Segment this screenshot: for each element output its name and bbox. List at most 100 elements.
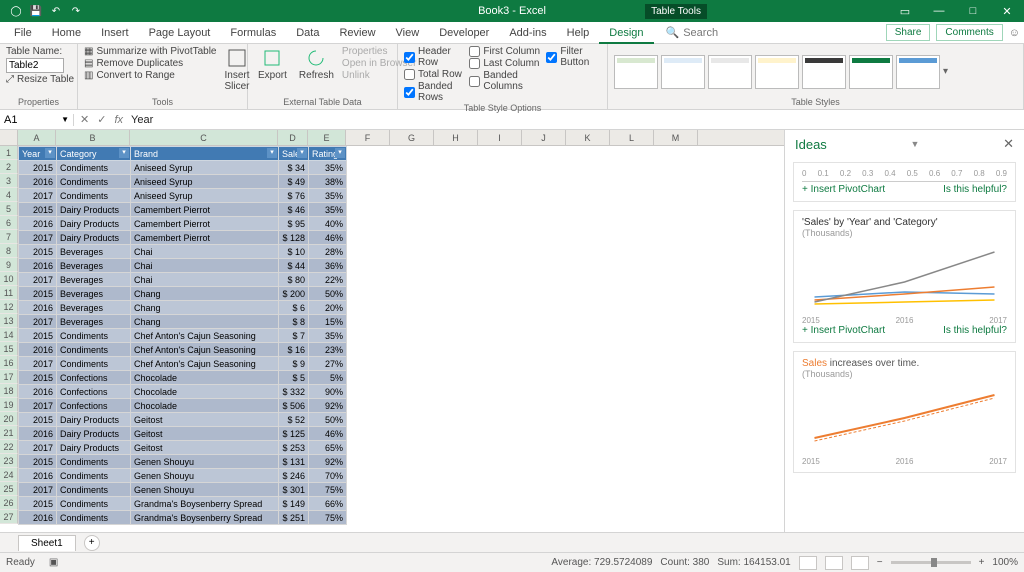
table-row[interactable]: 2016CondimentsAniseed Syrup$ 4938%	[19, 175, 347, 189]
formula-bar[interactable]: Year	[131, 114, 153, 126]
table-row[interactable]: 2017BeveragesChai$ 8022%	[19, 273, 347, 287]
table-style-swatch[interactable]	[802, 55, 846, 89]
table-row[interactable]: 2015Dairy ProductsCamembert Pierrot$ 463…	[19, 203, 347, 217]
row-header[interactable]: 17	[0, 370, 18, 384]
row-header[interactable]: 1	[0, 146, 18, 160]
table-row[interactable]: 2015CondimentsAniseed Syrup$ 3435%	[19, 161, 347, 175]
last-column-checkbox[interactable]: Last Column	[469, 58, 542, 69]
table-row[interactable]: 2015CondimentsChef Anton's Cajun Seasoni…	[19, 329, 347, 343]
row-header[interactable]: 8	[0, 244, 18, 258]
autosave-toggle[interactable]: ◯	[8, 3, 24, 19]
ribbon-options-icon[interactable]: ▭	[888, 0, 922, 22]
column-header[interactable]: M	[654, 130, 698, 145]
column-header[interactable]: L	[610, 130, 654, 145]
table-style-swatch[interactable]	[614, 55, 658, 89]
row-header[interactable]: 18	[0, 384, 18, 398]
column-header[interactable]: F	[346, 130, 390, 145]
row-header[interactable]: 11	[0, 286, 18, 300]
column-header[interactable]: H	[434, 130, 478, 145]
ribbon-tab-insert[interactable]: Insert	[91, 24, 139, 42]
row-header[interactable]: 24	[0, 468, 18, 482]
table-row[interactable]: 2016CondimentsChef Anton's Cajun Seasoni…	[19, 343, 347, 357]
insert-pivotchart-link[interactable]: + Insert PivotChart	[802, 325, 885, 336]
row-header[interactable]: 19	[0, 398, 18, 412]
table-row[interactable]: 2015CondimentsGenen Shouyu$ 13192%	[19, 455, 347, 469]
column-header[interactable]: A	[18, 130, 56, 145]
name-box[interactable]: A1▼	[0, 114, 74, 126]
table-row[interactable]: 2015CondimentsGrandma's Boysenberry Spre…	[19, 497, 347, 511]
row-header[interactable]: 14	[0, 328, 18, 342]
table-row[interactable]: 2017Dairy ProductsGeitost$ 25365%	[19, 441, 347, 455]
table-row[interactable]: 2016BeveragesChang$ 620%	[19, 301, 347, 315]
row-header[interactable]: 5	[0, 202, 18, 216]
share-button[interactable]: Share	[886, 24, 931, 41]
sheet-tab[interactable]: Sheet1	[18, 535, 76, 551]
macro-record-icon[interactable]: ▣	[49, 557, 58, 568]
table-row[interactable]: 2017CondimentsAniseed Syrup$ 7635%	[19, 189, 347, 203]
row-header[interactable]: 10	[0, 272, 18, 286]
table-row[interactable]: 2015ConfectionsChocolade$ 55%	[19, 371, 347, 385]
row-header[interactable]: 22	[0, 440, 18, 454]
summarize-pivot-button[interactable]: ▦Summarize with PivotTable	[84, 46, 217, 57]
table-style-swatch[interactable]	[896, 55, 940, 89]
ribbon-tab-review[interactable]: Review	[329, 24, 385, 42]
banded-columns-checkbox[interactable]: Banded Columns	[469, 70, 542, 92]
column-header[interactable]: C	[130, 130, 278, 145]
table-header[interactable]: Sales▾	[279, 147, 309, 161]
table-row[interactable]: 2017CondimentsGenen Shouyu$ 30175%	[19, 483, 347, 497]
filter-dropdown-icon[interactable]: ▾	[297, 148, 307, 158]
refresh-button[interactable]: Refresh	[295, 46, 338, 83]
helpful-link[interactable]: Is this helpful?	[943, 325, 1007, 336]
convert-range-button[interactable]: ▥Convert to Range	[84, 70, 217, 81]
banded-rows-checkbox[interactable]: Banded Rows	[404, 81, 465, 103]
maximize-icon[interactable]: □	[956, 0, 990, 22]
total-row-checkbox[interactable]: Total Row	[404, 69, 465, 80]
table-row[interactable]: 2016Dairy ProductsGeitost$ 12546%	[19, 427, 347, 441]
table-row[interactable]: 2017BeveragesChang$ 815%	[19, 315, 347, 329]
row-header[interactable]: 15	[0, 342, 18, 356]
column-header[interactable]: B	[56, 130, 130, 145]
table-header[interactable]: Year▾	[19, 147, 57, 161]
tell-me-search[interactable]: 🔍 Search	[666, 26, 719, 39]
normal-view-button[interactable]	[799, 556, 817, 570]
filter-dropdown-icon[interactable]: ▾	[335, 148, 345, 158]
table-style-swatch[interactable]	[755, 55, 799, 89]
dropdown-icon[interactable]: ▼	[910, 139, 919, 149]
export-button[interactable]: Export	[254, 46, 291, 83]
table-row[interactable]: 2016CondimentsGenen Shouyu$ 24670%	[19, 469, 347, 483]
row-header[interactable]: 26	[0, 496, 18, 510]
zoom-out-button[interactable]: −	[877, 557, 883, 568]
header-row-checkbox[interactable]: Header Row	[404, 46, 465, 68]
table-row[interactable]: 2015Dairy ProductsGeitost$ 5250%	[19, 413, 347, 427]
fx-icon[interactable]: fx	[114, 114, 123, 126]
table-row[interactable]: 2017CondimentsChef Anton's Cajun Seasoni…	[19, 357, 347, 371]
row-header[interactable]: 16	[0, 356, 18, 370]
row-header[interactable]: 7	[0, 230, 18, 244]
filter-dropdown-icon[interactable]: ▾	[267, 148, 277, 158]
cancel-formula-icon[interactable]: ✕	[80, 113, 89, 126]
table-style-swatch[interactable]	[849, 55, 893, 89]
close-pane-icon[interactable]: ✕	[1003, 136, 1014, 152]
table-name-input[interactable]	[6, 58, 64, 73]
enter-formula-icon[interactable]: ✓	[97, 113, 106, 126]
redo-icon[interactable]: ↷	[68, 3, 84, 19]
ribbon-tab-developer[interactable]: Developer	[429, 24, 499, 42]
ribbon-tab-formulas[interactable]: Formulas	[220, 24, 286, 42]
row-header[interactable]: 9	[0, 258, 18, 272]
ribbon-tab-page-layout[interactable]: Page Layout	[139, 24, 221, 42]
table-row[interactable]: 2017ConfectionsChocolade$ 50692%	[19, 399, 347, 413]
row-header[interactable]: 21	[0, 426, 18, 440]
helpful-link[interactable]: Is this helpful?	[943, 184, 1007, 195]
row-header[interactable]: 2	[0, 160, 18, 174]
row-header[interactable]: 20	[0, 412, 18, 426]
resize-table-button[interactable]: ⤢Resize Table	[6, 74, 74, 85]
filter-dropdown-icon[interactable]: ▾	[119, 148, 129, 158]
ribbon-tab-design[interactable]: Design	[599, 24, 653, 44]
table-style-swatch[interactable]	[661, 55, 705, 89]
close-icon[interactable]: ✕	[990, 0, 1024, 22]
undo-icon[interactable]: ↶	[48, 3, 64, 19]
row-header[interactable]: 3	[0, 174, 18, 188]
ribbon-tab-file[interactable]: File	[4, 24, 42, 42]
gallery-more-icon[interactable]: ▾	[943, 66, 948, 77]
row-header[interactable]: 6	[0, 216, 18, 230]
